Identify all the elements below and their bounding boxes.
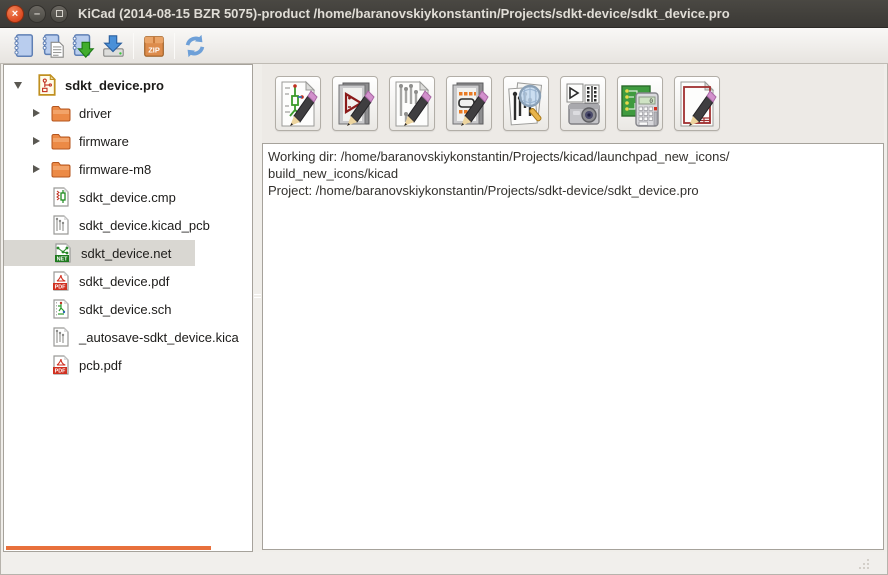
expand-arrow-icon[interactable]: [30, 136, 42, 146]
window-title: KiCad (2014-08-15 BZR 5075)-product /hom…: [78, 6, 730, 21]
tree-item-firmware-m8[interactable]: firmware-m8: [4, 155, 252, 183]
open-project-button[interactable]: [38, 31, 68, 61]
tree-item-label: firmware-m8: [79, 162, 151, 177]
cmp-file-icon: [50, 186, 72, 208]
pdf-file-icon: PDF: [50, 354, 72, 376]
message-output-area[interactable]: Working dir: /home/baranovskiykonstantin…: [262, 143, 884, 550]
main-toolbar: ZIP: [0, 28, 888, 64]
calculator-display: 0: [649, 97, 653, 104]
tree-item-sdkt-device-net[interactable]: NET sdkt_device.net: [4, 239, 252, 267]
pdf-file-icon: PDF: [50, 270, 72, 292]
refresh-tree-button[interactable]: [180, 31, 210, 61]
tree-item-label: sdkt_device.cmp: [79, 190, 176, 205]
footprint-editor-button[interactable]: [446, 76, 492, 131]
tree-item-sdkt-device-cmp[interactable]: sdkt_device.cmp: [4, 183, 252, 211]
right-panel: 0: [262, 64, 884, 552]
net-badge-label: NET: [57, 257, 68, 263]
pdf-badge-label: PDF: [55, 285, 66, 291]
maximize-button[interactable]: [50, 5, 68, 23]
gerbview-button[interactable]: [503, 76, 549, 131]
pdf-badge-label: PDF: [55, 369, 66, 375]
pcb-file-icon: [50, 214, 72, 236]
tree-item-label: _autosave-sdkt_device.kica: [79, 330, 239, 345]
tree-item-driver[interactable]: driver: [4, 99, 252, 127]
refresh-tree-icon: [182, 33, 208, 59]
output-line: Working dir: /home/baranovskiykonstantin…: [268, 148, 878, 165]
pcbnew-icon: [392, 80, 432, 128]
tree-item-firmware[interactable]: firmware: [4, 127, 252, 155]
folder-icon: [50, 130, 72, 152]
tree-item-label: firmware: [79, 134, 129, 149]
folder-icon: [50, 158, 72, 180]
output-line: Project: /home/baranovskiykonstantin/Pro…: [268, 182, 878, 199]
close-button[interactable]: ×: [6, 5, 24, 23]
page-layout-editor-icon: [677, 80, 717, 128]
titlebar: × – KiCad (2014-08-15 BZR 5075)-product …: [0, 0, 888, 28]
save-project-button[interactable]: [98, 31, 128, 61]
collapse-arrow-icon[interactable]: [12, 80, 24, 90]
gerbview-icon: [506, 80, 546, 128]
tree-item-autosave-sdkt-device[interactable]: _autosave-sdkt_device.kica: [4, 323, 252, 351]
tree-item-sdkt-device-kicad-pcb[interactable]: sdkt_device.kicad_pcb: [4, 211, 252, 239]
kicad-window: × – KiCad (2014-08-15 BZR 5075)-product …: [0, 0, 888, 575]
folder-icon: [50, 102, 72, 124]
zip-archive-icon: ZIP: [141, 33, 167, 59]
expand-arrow-icon[interactable]: [30, 108, 42, 118]
tree-item-label: driver: [79, 106, 112, 121]
tree-item-sdkt-device-sch[interactable]: sdkt_device.sch: [4, 295, 252, 323]
status-bar: [1, 552, 887, 574]
zip-label: ZIP: [148, 45, 160, 54]
eeschema-icon: [278, 80, 318, 128]
open-project-icon: [40, 33, 66, 59]
tree-item-sdkt-device-pdf[interactable]: PDF sdkt_device.pdf: [4, 267, 252, 295]
sch-file-icon: [50, 298, 72, 320]
save-project-icon: [100, 33, 126, 59]
pcbnew-button[interactable]: [389, 76, 435, 131]
tree-item-project-root[interactable]: sdkt_device.pro: [4, 71, 252, 99]
archive-project-button[interactable]: ZIP: [139, 31, 169, 61]
maximize-icon: [56, 10, 63, 17]
launcher-toolbar: 0: [262, 64, 884, 143]
schematic-library-editor-button[interactable]: [332, 76, 378, 131]
tree-item-label: sdkt_device.pdf: [79, 274, 169, 289]
page-layout-editor-button[interactable]: [674, 76, 720, 131]
bitmap2component-icon: [563, 80, 603, 128]
splitter-grip-icon: [254, 292, 261, 300]
toolbar-separator: [174, 33, 175, 59]
pcb-calculator-button[interactable]: 0: [617, 76, 663, 131]
tree-item-label: sdkt_device.pro: [65, 78, 164, 93]
tree-item-label: pcb.pdf: [79, 358, 122, 373]
eeschema-button[interactable]: [275, 76, 321, 131]
pcb-file-icon: [50, 326, 72, 348]
toolbar-separator: [133, 33, 134, 59]
new-project-icon: [10, 33, 36, 59]
schematic-library-editor-icon: [335, 80, 375, 128]
expand-arrow-icon[interactable]: [30, 164, 42, 174]
project-tree-panel: sdkt_device.pro driver: [3, 64, 253, 552]
minimize-button[interactable]: –: [28, 5, 46, 23]
horizontal-scrollbar-thumb[interactable]: [6, 546, 211, 550]
tree-item-label: sdkt_device.net: [81, 246, 171, 261]
tree-item-label: sdkt_device.sch: [79, 302, 172, 317]
footprint-editor-icon: [449, 80, 489, 128]
new-project-from-template-icon: [70, 33, 96, 59]
panel-splitter[interactable]: [253, 64, 262, 552]
tree-item-pcb-pdf[interactable]: PDF pcb.pdf: [4, 351, 252, 379]
new-project-button[interactable]: [8, 31, 38, 61]
new-project-from-template-button[interactable]: [68, 31, 98, 61]
bitmap2component-button[interactable]: [560, 76, 606, 131]
pcb-calculator-icon: 0: [620, 80, 660, 128]
net-file-icon: NET: [52, 242, 74, 264]
resize-grip[interactable]: [855, 555, 871, 571]
tree-item-label: sdkt_device.kicad_pcb: [79, 218, 210, 233]
output-line: build_new_icons/kicad: [268, 165, 878, 182]
kicad-project-icon: [36, 74, 58, 96]
